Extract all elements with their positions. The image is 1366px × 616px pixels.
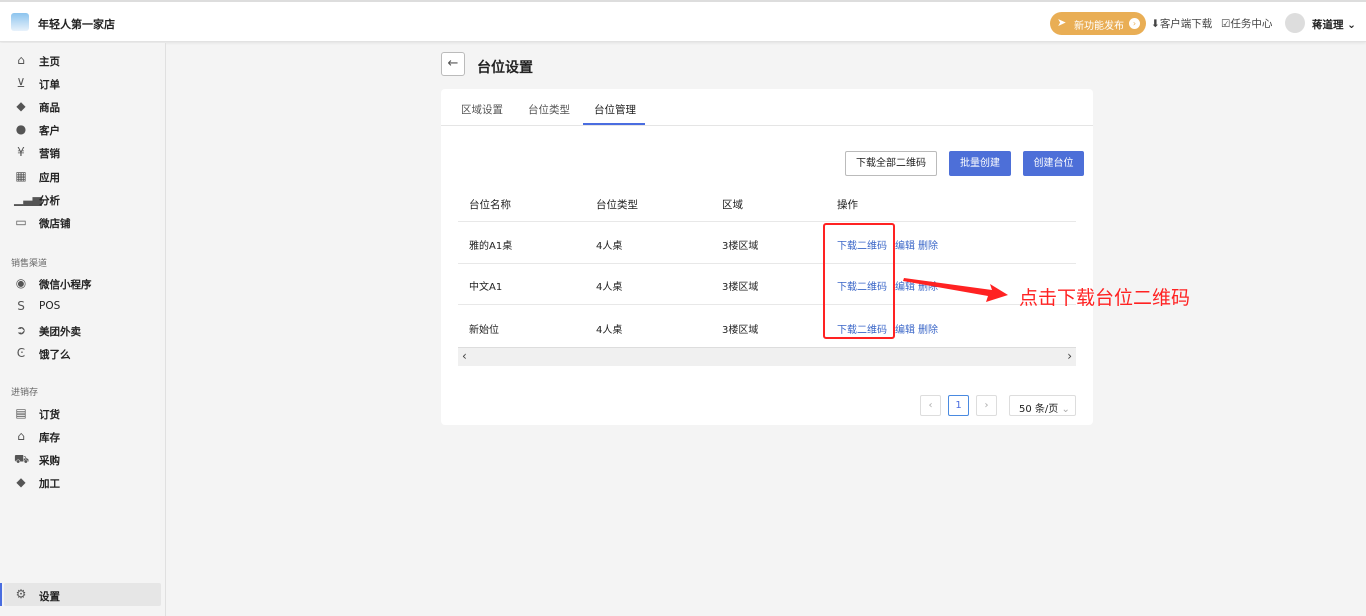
- table-name: 中文A1: [469, 282, 503, 293]
- table-area: 3楼区域: [722, 282, 759, 293]
- sidebar: ⌂ 主页 ⊻ 订单 ◆ 商品 ● 客户 ¥ 营销 ▦ 应用 ▁▃▅ 分析 ▭ 微店铺 销售渠道 …: [0, 43, 166, 616]
- column-header-actions: 操作: [837, 199, 858, 211]
- task-center-link[interactable]: ☑任务中心: [1221, 16, 1272, 31]
- next-page-button[interactable]: ›: [976, 395, 997, 416]
- chevron-left-icon: ‹: [928, 400, 933, 411]
- shopping-bag-icon: S: [17, 299, 25, 313]
- inbox-icon: ⊻: [16, 76, 26, 90]
- sidebar-item-marketing[interactable]: ¥ 营销: [0, 143, 166, 163]
- section-inventory-title: 进销存: [11, 388, 39, 398]
- tag-icon: ◆: [16, 99, 26, 113]
- sidebar-item-settings[interactable]: ⚙ 设置: [0, 583, 161, 606]
- table-settings-card: 区域设置 台位类型 台位管理 下载全部二维码 批量创建 创建台位 台位名称 台位…: [441, 89, 1093, 425]
- cart-icon: ⛟: [14, 452, 30, 466]
- scroll-left-icon[interactable]: ‹: [462, 349, 467, 363]
- column-header-area: 区域: [722, 199, 743, 211]
- sidebar-item-apps[interactable]: ▦ 应用: [0, 167, 166, 187]
- sidebar-item-ordering[interactable]: ▤ 订货: [0, 404, 166, 424]
- arrow-shape: [903, 278, 1008, 302]
- sidebar-item-orders[interactable]: ⊻ 订单: [0, 74, 166, 94]
- checkbox-icon: ☑: [1221, 18, 1231, 30]
- paper-plane-icon: ➤: [1057, 16, 1067, 29]
- shop-logo: [11, 13, 29, 31]
- table-name: 新始位: [469, 325, 499, 336]
- sidebar-item-home[interactable]: ⌂ 主页: [0, 51, 166, 71]
- sidebar-item-purchase[interactable]: ⛟ 采购: [0, 450, 166, 470]
- tab-table-management[interactable]: 台位管理: [594, 102, 636, 117]
- sidebar-item-eleme[interactable]: Ͼ 饿了么: [0, 344, 166, 364]
- table-area: 3楼区域: [722, 241, 759, 252]
- table-name: 雅的A1桌: [469, 241, 513, 252]
- coupon-icon: ¥: [17, 145, 25, 159]
- store-icon: ▭: [15, 215, 27, 229]
- user-icon: ●: [15, 122, 27, 136]
- tab-area-settings[interactable]: 区域设置: [461, 102, 503, 117]
- sidebar-item-miniprogram[interactable]: ◉ 微信小程序: [0, 274, 166, 294]
- highlight-box: [823, 223, 895, 339]
- meituan-icon: ➲: [15, 323, 27, 337]
- back-button[interactable]: ←: [441, 52, 465, 76]
- table-area: 3楼区域: [722, 325, 759, 336]
- annotation-arrow-icon: [903, 278, 1008, 302]
- prev-page-button[interactable]: ‹: [920, 395, 941, 416]
- delete-link[interactable]: 删除: [918, 237, 938, 252]
- table-type: 4人桌: [596, 325, 623, 336]
- client-download-link[interactable]: ⬇客户端下载: [1151, 16, 1212, 31]
- sidebar-item-products[interactable]: ◆ 商品: [0, 97, 166, 117]
- home-icon: ⌂: [17, 53, 25, 67]
- sidebar-item-pos[interactable]: S POS: [0, 297, 166, 317]
- annotation-text: 点击下载台位二维码: [1019, 287, 1191, 309]
- table-row: 新始位 4人桌 3楼区域 下载二维码 编辑 删除: [458, 304, 1076, 347]
- table-row: 雅的A1桌 4人桌 3楼区域 下载二维码 编辑 删除: [458, 221, 1076, 263]
- batch-create-button[interactable]: 批量创建: [949, 151, 1011, 176]
- gear-icon: ⚙: [15, 587, 27, 601]
- chevron-down-icon: ⌄: [1347, 19, 1356, 31]
- document-icon: ▤: [15, 406, 27, 420]
- chevron-right-icon: ›: [984, 400, 989, 411]
- miniprogram-icon: ◉: [15, 276, 27, 290]
- tag-plus-icon: ◆: [16, 475, 26, 489]
- create-table-button[interactable]: 创建台位: [1023, 151, 1084, 176]
- table-type: 4人桌: [596, 241, 623, 252]
- warehouse-icon: ⌂: [17, 429, 25, 443]
- apps-icon: ▦: [15, 169, 27, 183]
- column-header-type: 台位类型: [596, 199, 638, 211]
- download-all-qr-button[interactable]: 下载全部二维码: [845, 151, 937, 176]
- arrow-left-icon: ←: [447, 56, 459, 71]
- chevron-right-icon: ›: [1129, 18, 1140, 29]
- column-header-name: 台位名称: [469, 199, 511, 211]
- bar-chart-icon: ▁▃▅: [14, 192, 42, 206]
- horizontal-scrollbar[interactable]: ‹ ›: [458, 347, 1076, 366]
- active-tab-indicator: [583, 123, 645, 125]
- scroll-right-icon[interactable]: ›: [1067, 349, 1072, 363]
- table-type: 4人桌: [596, 282, 623, 293]
- delete-link[interactable]: 删除: [918, 321, 938, 336]
- user-menu[interactable]: 蒋道理 ⌄: [1312, 17, 1356, 32]
- page-title: 台位设置: [477, 60, 533, 76]
- sidebar-item-store[interactable]: ▭ 微店铺: [0, 213, 166, 233]
- sidebar-item-analytics[interactable]: ▁▃▅ 分析: [0, 190, 166, 210]
- tabs: 区域设置 台位类型 台位管理: [441, 89, 1093, 126]
- tab-table-types[interactable]: 台位类型: [528, 102, 570, 117]
- shop-name: 年轻人第一家店: [38, 18, 115, 31]
- chevron-down-icon: ⌄: [1061, 404, 1070, 415]
- eleme-icon: Ͼ: [16, 346, 26, 360]
- top-bar: 年轻人第一家店 ➤ 新功能发布 › ⬇客户端下载 ☑任务中心 蒋道理 ⌄: [0, 0, 1366, 42]
- avatar[interactable]: [1285, 13, 1305, 33]
- sidebar-item-customers[interactable]: ● 客户: [0, 120, 166, 140]
- edit-link[interactable]: 编辑: [895, 321, 915, 336]
- edit-link[interactable]: 编辑: [895, 237, 915, 252]
- download-icon: ⬇: [1151, 18, 1160, 30]
- new-feature-button[interactable]: ➤ 新功能发布 ›: [1050, 12, 1146, 35]
- page-number[interactable]: 1: [948, 395, 969, 416]
- sidebar-item-stock[interactable]: ⌂ 库存: [0, 427, 166, 447]
- sidebar-item-processing[interactable]: ◆ 加工: [0, 473, 166, 493]
- section-sales-title: 销售渠道: [11, 259, 48, 269]
- page-size-select[interactable]: 50 条/页 ⌄: [1009, 395, 1076, 416]
- sidebar-item-meituan[interactable]: ➲ 美团外卖: [0, 321, 166, 341]
